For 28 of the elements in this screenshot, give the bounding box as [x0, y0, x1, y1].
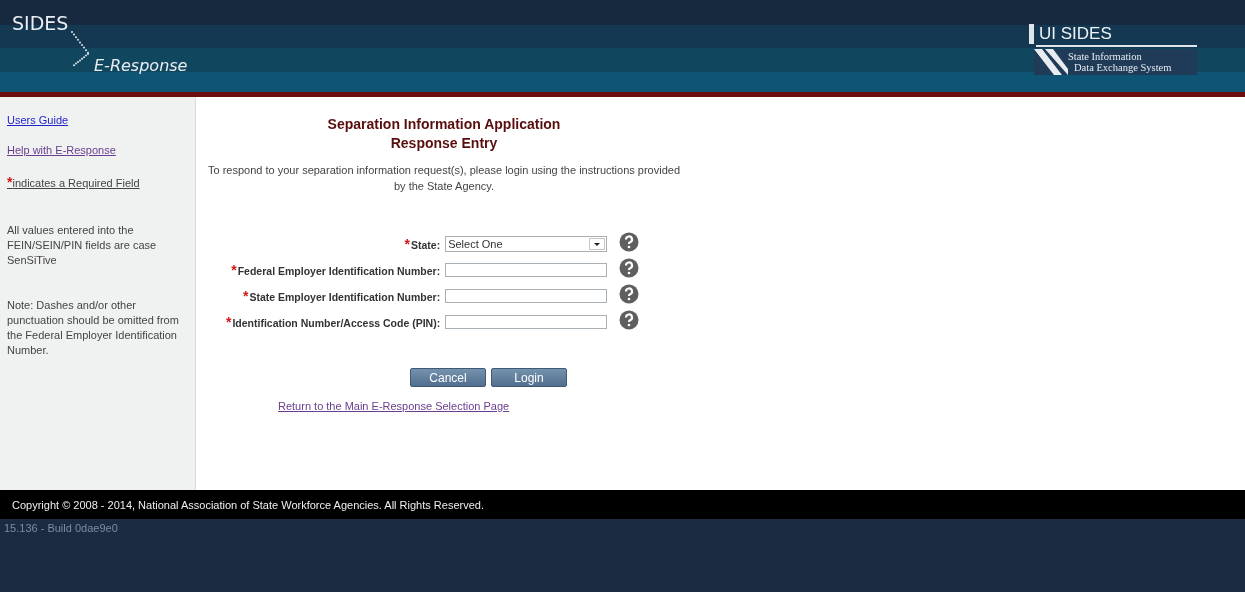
copyright-text: Copyright © 2008 - 2014, National Association of State Workforce Agencies. All Rights Reserved. [12, 498, 484, 511]
input-field[interactable] [445, 288, 608, 303]
sidebar-link[interactable]: Users Guide [7, 114, 69, 126]
state-select[interactable]: Select One [445, 235, 608, 252]
intro-text: To respond to your separation information request(s), please login using the instructions provided by the State Agency. [206, 163, 681, 194]
action-button[interactable]: Cancel [410, 368, 486, 387]
help-icon[interactable] [619, 283, 640, 304]
page-subtitle: Response Entry [390, 135, 498, 151]
help-icon[interactable] [619, 257, 640, 278]
return-link[interactable]: Return to the Main E-Response Selection Page [278, 400, 510, 412]
field-label: *State: [404, 235, 441, 252]
ui-sides-logo: UI SIDES State Information Data Exchange System [1029, 24, 1197, 75]
field-label: *Identification Number/Access Code (PIN): [226, 313, 441, 330]
sidebar-note: Note: Dashes and/or other punctuation should be omitted from the Federal Employer Identification Number. [7, 298, 180, 358]
action-button[interactable]: Login [491, 368, 567, 387]
sidebar-note: All values entered into the FEIN/SEIN/PIN fields are case SenSiTive [7, 223, 158, 268]
sides-logo: SIDES E-Response [11, 11, 189, 77]
field-label: *Federal Employer Identification Number: [231, 261, 441, 278]
required-note: *indicates a Required Field [7, 174, 141, 190]
field-label: *State Employer Identification Number: [242, 287, 441, 304]
help-icon[interactable] [619, 231, 640, 252]
sidebar-link[interactable]: Help with E-Response [7, 144, 116, 156]
input-field[interactable] [445, 314, 608, 329]
help-icon[interactable] [619, 309, 640, 330]
dropdown-caret-icon[interactable] [589, 237, 606, 250]
input-field[interactable] [445, 262, 608, 277]
page-title: Separation Information Application [327, 116, 561, 132]
version-text: 15.136 - Build 0dae9e0 [3, 521, 119, 534]
